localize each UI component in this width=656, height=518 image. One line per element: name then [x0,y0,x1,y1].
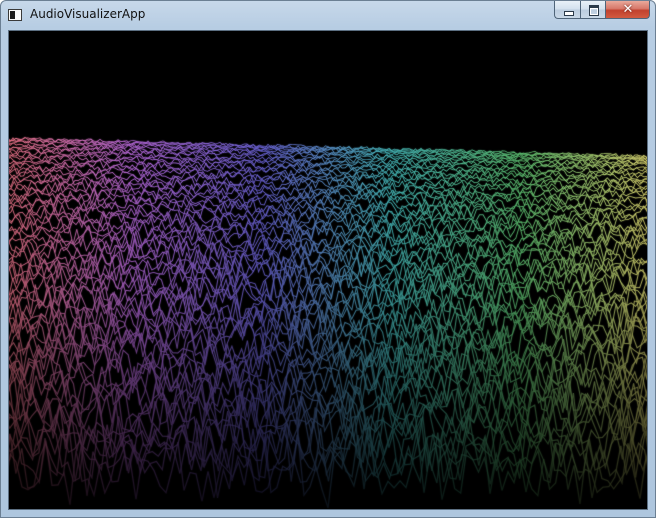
depth-fade [9,31,647,509]
close-button[interactable]: ✕ [606,1,650,19]
console-window-icon[interactable] [8,9,22,21]
maximize-icon [589,5,599,16]
maximize-button[interactable] [580,1,606,19]
minimize-icon [564,11,574,16]
caption-buttons: ✕ [554,1,650,20]
title-bar[interactable]: AudioVisualizerApp ✕ [1,1,655,29]
minimize-button[interactable] [554,1,580,19]
window-title: AudioVisualizerApp [30,7,146,21]
close-icon: ✕ [622,2,634,17]
spectrum-terrain [9,31,647,509]
app-window: AudioVisualizerApp ✕ [0,0,656,518]
visualizer-canvas [8,30,648,510]
